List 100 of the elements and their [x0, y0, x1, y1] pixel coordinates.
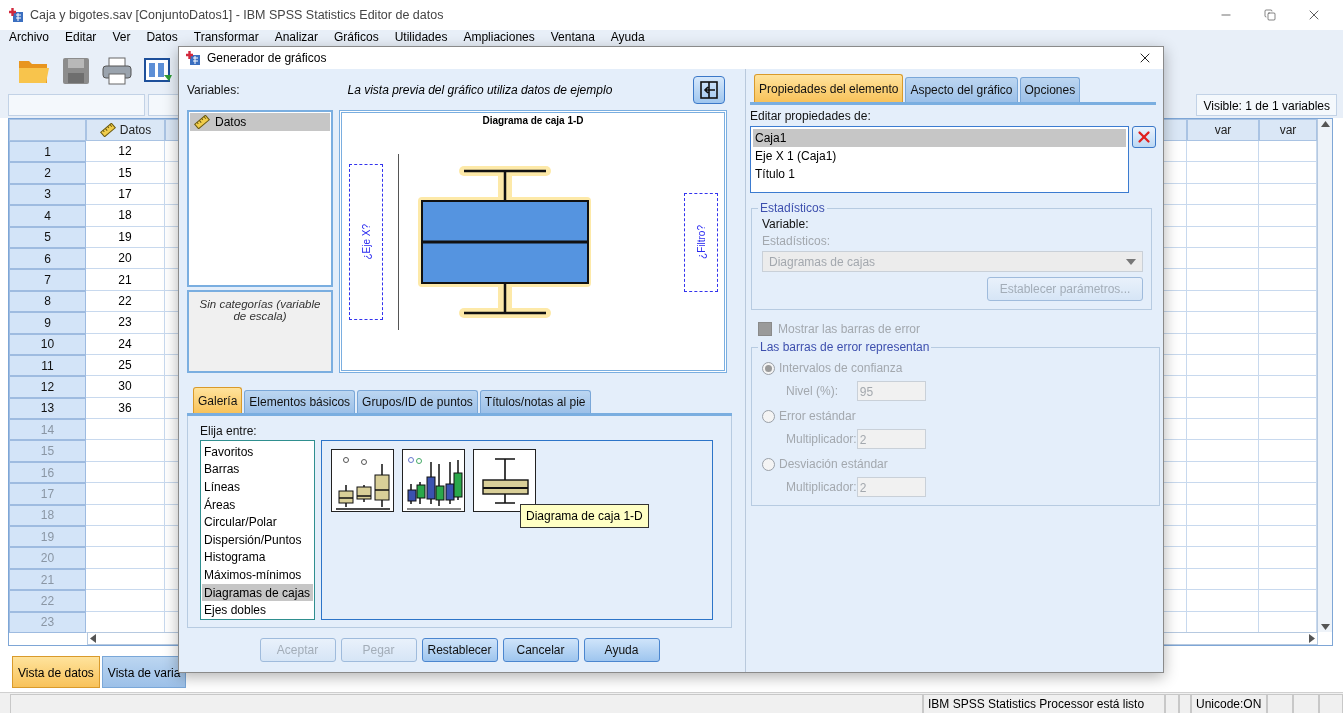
row-number[interactable]: 10	[9, 333, 86, 355]
tab[interactable]: Elementos básicos	[244, 390, 356, 413]
chart-type-item[interactable]: Máximos-mínimos	[202, 566, 313, 584]
tab[interactable]: Títulos/notas al pie	[479, 390, 591, 413]
view-tab[interactable]: Vista de varia	[101, 656, 187, 688]
element-item[interactable]: Título 1	[753, 165, 1127, 183]
field-label: Multiplicador:	[786, 432, 857, 446]
menu-item[interactable]: Datos	[138, 30, 186, 44]
row-number[interactable]: 5	[9, 226, 86, 248]
menu-item[interactable]: Analizar	[266, 30, 326, 44]
delete-button[interactable]	[1132, 126, 1156, 148]
chart-type-item[interactable]: Barras	[202, 460, 313, 479]
menu-item[interactable]: Gráficos	[326, 30, 387, 44]
row-number[interactable]: 2	[9, 162, 86, 184]
row-number[interactable]: 12	[9, 376, 86, 398]
table-cell: 12	[86, 141, 165, 163]
printer-icon[interactable]	[102, 57, 132, 85]
scroll-up-icon[interactable]	[1320, 121, 1330, 127]
box[interactable]	[421, 200, 589, 284]
row-number[interactable]: 4	[9, 205, 86, 227]
scroll-left-icon[interactable]	[90, 634, 96, 643]
chart-type-item[interactable]: Circular/Polar	[202, 513, 313, 531]
chart-type-item[interactable]: Ejes dobles	[202, 601, 313, 619]
vertical-scrollbar[interactable]	[1317, 119, 1332, 632]
statistics-legend: Estadísticos	[758, 201, 827, 215]
tab[interactable]: Galería	[193, 387, 243, 413]
menu-item[interactable]: Archivo	[1, 30, 57, 44]
chart-type-item[interactable]: Favoritos	[202, 443, 313, 461]
menu-item[interactable]: Ver	[104, 30, 139, 44]
table-cell: 25	[86, 354, 165, 377]
data-view-icon[interactable]	[144, 57, 172, 85]
lower-whisker[interactable]	[462, 281, 548, 315]
variable-label: Variable:	[762, 217, 810, 231]
upper-whisker[interactable]	[462, 169, 548, 203]
dialog-button[interactable]: Cancelar	[502, 638, 579, 662]
column-header[interactable]: var	[1187, 119, 1259, 141]
menu-item[interactable]: Ventana	[542, 30, 603, 44]
scroll-down-icon[interactable]	[1320, 624, 1330, 630]
row-number[interactable]: 11	[9, 354, 86, 377]
visible-variables-info: Visible: 1 de 1 variables	[1196, 94, 1337, 116]
row-number[interactable]: 7	[9, 269, 86, 291]
filter-drop-zone[interactable]: ¿Filtro?	[684, 192, 718, 292]
chart-type-item[interactable]: Histograma	[202, 548, 313, 567]
table-cell: 36	[86, 397, 165, 420]
status-message: IBM SPSS Statistics Processor está listo	[923, 694, 1165, 713]
preview-toggle-button[interactable]	[693, 75, 725, 104]
dialog-button[interactable]: Ayuda	[583, 638, 660, 662]
menu-item[interactable]: Ayuda	[602, 30, 653, 44]
statistics-label: Estadísticos:	[762, 234, 832, 248]
x-axis-drop-zone[interactable]: ¿Eje X?	[349, 164, 383, 320]
table-cell: 18	[86, 205, 165, 227]
menu-item[interactable]: Utilidades	[386, 30, 456, 44]
chart-title: Diagrama de caja 1-D	[482, 115, 584, 126]
row-number[interactable]: 8	[9, 290, 86, 313]
dialog-button[interactable]: Restablecer	[421, 638, 498, 662]
scroll-right-icon[interactable]	[1309, 634, 1315, 643]
tab[interactable]: Aspecto del gráfico	[905, 77, 1018, 102]
radio-label: Desviación estándar	[779, 457, 888, 471]
app-icon	[185, 50, 201, 66]
gallery-item[interactable]	[402, 449, 465, 512]
error-bars-legend: Las barras de error representan	[758, 340, 932, 354]
column-header[interactable]: Datos	[86, 119, 165, 141]
preview-note: La vista previa del gráfico utiliza datos de ejemplo	[347, 82, 613, 97]
row-number[interactable]: 6	[9, 247, 86, 270]
field-label: Multiplicador:	[786, 480, 857, 494]
tab[interactable]: Grupos/ID de puntos	[357, 390, 478, 413]
row-number[interactable]: 1	[9, 141, 86, 163]
table-cell: 17	[86, 183, 165, 206]
menu-item[interactable]: Ampliaciones	[455, 30, 543, 44]
row-number[interactable]: 3	[9, 183, 86, 206]
gallery-item[interactable]	[473, 449, 536, 512]
save-icon[interactable]	[62, 57, 90, 85]
tab[interactable]: Propiedades del elemento	[754, 74, 904, 102]
table-cell: 21	[86, 269, 165, 291]
table-cell: 15	[86, 162, 165, 184]
row-number[interactable]: 13	[9, 397, 86, 420]
chart-type-item[interactable]: Dispersión/Puntos	[202, 530, 313, 549]
table-cell: 24	[86, 333, 165, 355]
chart-type-item[interactable]: Diagramas de cajas	[202, 583, 313, 602]
window-title: Caja y bigotes.sav [ConjuntoDatos1] - IBM SPSS Statistics Editor de datos	[30, 8, 444, 22]
gallery-item[interactable]	[331, 449, 394, 512]
radio-label: Error estándar	[779, 409, 856, 423]
row-number[interactable]: 9	[9, 312, 86, 334]
table-cell: 20	[86, 247, 165, 270]
ruler-icon	[99, 123, 116, 137]
cell-name-field[interactable]	[8, 94, 145, 116]
edit-properties-label: Editar propiedades de:	[750, 109, 872, 123]
field-label: Nivel (%):	[786, 384, 838, 398]
element-item[interactable]: Caja1	[753, 129, 1127, 147]
variable-item[interactable]: Datos	[190, 113, 330, 131]
chart-type-item[interactable]: Líneas	[202, 478, 313, 496]
encoding-status: Unicode:ON	[1191, 694, 1267, 713]
column-header[interactable]: var	[1259, 119, 1317, 141]
chart-type-item[interactable]: Áreas	[202, 495, 313, 514]
menu-item[interactable]: Editar	[57, 30, 105, 44]
tab[interactable]: Opciones	[1019, 77, 1081, 102]
menu-item[interactable]: Transformar	[185, 30, 267, 44]
view-tab[interactable]: Vista de datos	[12, 656, 100, 688]
element-item[interactable]: Eje X 1 (Caja1)	[753, 147, 1127, 165]
categories-note: Sin categorías (variable de escala)	[187, 290, 333, 373]
